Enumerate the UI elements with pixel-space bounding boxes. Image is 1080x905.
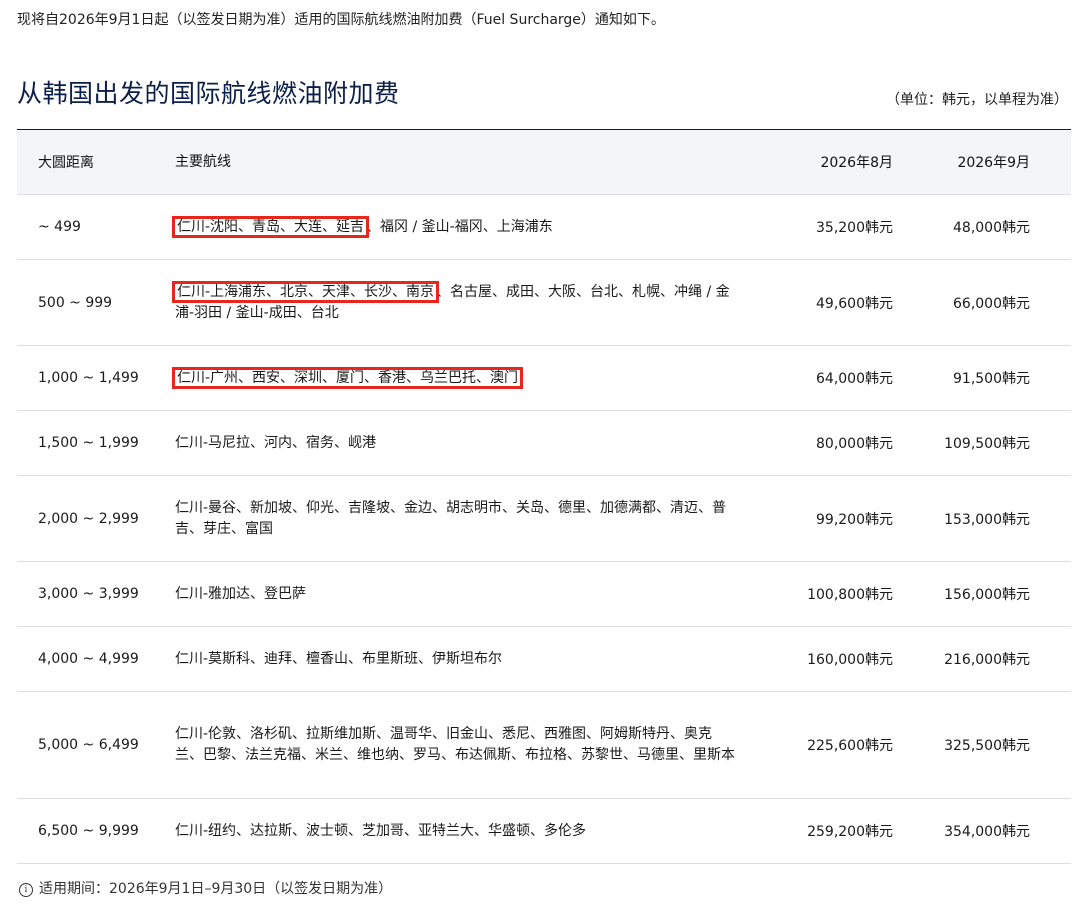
table-row: 1,500 ~ 1,999 仁川-马尼拉、河内、宿务、岘港 80,000韩元 1… xyxy=(17,411,1071,476)
route-highlight: 仁川-广州、西安、深圳、厦门、香港、乌兰巴托、澳门 xyxy=(171,366,524,389)
info-icon: i xyxy=(19,883,33,897)
row-distance: ~ 499 xyxy=(38,219,81,235)
row-sep-value: 156,000韩元 xyxy=(944,587,1030,603)
row-aug-value: 160,000韩元 xyxy=(807,652,893,668)
row-distance: 4,000 ~ 4,999 xyxy=(38,651,139,667)
row-aug-value: 259,200韩元 xyxy=(807,824,893,840)
row-sep-value: 153,000韩元 xyxy=(944,511,1030,528)
row-routes: 仁川-雅加达、登巴萨 xyxy=(175,584,735,605)
surcharge-table: 大圆距离 主要航线 2026年8月 2026年9月 ~ 499 仁川-沈阳、青岛… xyxy=(17,129,1071,864)
row-aug-value: 35,200韩元 xyxy=(816,220,893,236)
row-sep-value: 66,000韩元 xyxy=(953,295,1030,312)
table-row: 4,000 ~ 4,999 仁川-莫斯科、迪拜、檀香山、布里斯班、伊斯坦布尔 1… xyxy=(17,627,1071,692)
row-aug-value: 225,600韩元 xyxy=(807,738,893,754)
row-aug-value: 100,800韩元 xyxy=(807,587,893,603)
table-row: ~ 499 仁川-沈阳、青岛、大连、延吉 、福冈 / 釜山-福冈、上海浦东 35,… xyxy=(17,195,1071,260)
header-aug: 2026年8月 xyxy=(820,155,893,171)
row-routes: 仁川-莫斯科、迪拜、檀香山、布里斯班、伊斯坦布尔 xyxy=(175,649,735,670)
row-distance: 500 ~ 999 xyxy=(38,294,113,311)
route-text: 仁川-曼谷、新加坡、仰光、吉隆坡、金边、胡志明市、关岛、德里、加德满都、清迈、普… xyxy=(175,499,727,537)
row-sep-value: 325,500韩元 xyxy=(944,738,1030,754)
row-routes: 仁川-广州、西安、深圳、厦门、香港、乌兰巴托、澳门 xyxy=(171,366,735,389)
row-routes: 仁川-曼谷、新加坡、仰光、吉隆坡、金边、胡志明市、关岛、德里、加德满都、清迈、普… xyxy=(175,498,735,540)
route-text: 、福冈 / 釜山-福冈、上海浦东 xyxy=(366,218,553,235)
row-routes: 仁川-上海浦东、北京、天津、长沙、南京 、名古屋、成田、大阪、台北、札幌、冲绳 /… xyxy=(171,280,735,324)
table-row: 1,000 ~ 1,499 仁川-广州、西安、深圳、厦门、香港、乌兰巴托、澳门 … xyxy=(17,346,1071,411)
row-aug-value: 49,600韩元 xyxy=(816,295,893,312)
row-distance: 2,000 ~ 2,999 xyxy=(38,510,139,527)
row-routes: 仁川-伦敦、洛杉矶、拉斯维加斯、温哥华、旧金山、悉尼、西雅图、阿姆斯特丹、奥克兰… xyxy=(175,724,735,766)
header-sep: 2026年9月 xyxy=(957,155,1030,171)
row-routes: 仁川-马尼拉、河内、宿务、岘港 xyxy=(175,433,735,454)
route-text: 仁川-伦敦、洛杉矶、拉斯维加斯、温哥华、旧金山、悉尼、西雅图、阿姆斯特丹、奥克兰… xyxy=(175,726,735,763)
table-row: 2,000 ~ 2,999 仁川-曼谷、新加坡、仰光、吉隆坡、金边、胡志明市、关… xyxy=(17,476,1071,562)
row-aug-value: 99,200韩元 xyxy=(816,511,893,528)
row-distance: 1,500 ~ 1,999 xyxy=(38,435,139,451)
footnote-text: 适用期间：2026年9月1日–9月30日（以签发日期为准） xyxy=(39,881,393,897)
header-distance: 大圆距离 xyxy=(38,155,94,171)
route-text: 仁川-莫斯科、迪拜、檀香山、布里斯班、伊斯坦布尔 xyxy=(175,650,503,667)
validity-footnote: i 适用期间：2026年9月1日–9月30日（以签发日期为准） xyxy=(19,878,392,898)
table-header-row: 大圆距离 主要航线 2026年8月 2026年9月 xyxy=(17,130,1071,195)
table-row: 500 ~ 999 仁川-上海浦东、北京、天津、长沙、南京 、名古屋、成田、大阪、… xyxy=(17,260,1071,346)
row-sep-value: 91,500韩元 xyxy=(953,371,1030,387)
notice-text: 现将自2026年9月1日起（以签发日期为准）适用的国际航线燃油附加费（Fuel … xyxy=(17,12,665,28)
row-sep-value: 48,000韩元 xyxy=(953,220,1030,236)
row-routes: 仁川-沈阳、青岛、大连、延吉 、福冈 / 釜山-福冈、上海浦东 xyxy=(171,215,735,238)
row-sep-value: 216,000韩元 xyxy=(944,652,1030,668)
route-text: 仁川-雅加达、登巴萨 xyxy=(175,585,307,602)
unit-note: （单位：韩元，以单程为准） xyxy=(886,92,1068,108)
row-sep-value: 109,500韩元 xyxy=(944,436,1030,452)
row-distance: 3,000 ~ 3,999 xyxy=(38,586,139,602)
row-routes: 仁川-纽约、达拉斯、波士顿、芝加哥、亚特兰大、华盛顿、多伦多 xyxy=(175,821,735,842)
route-text: 仁川-纽约、达拉斯、波士顿、芝加哥、亚特兰大、华盛顿、多伦多 xyxy=(175,822,587,839)
header-routes: 主要航线 xyxy=(175,153,231,170)
table-row: 6,500 ~ 9,999 仁川-纽约、达拉斯、波士顿、芝加哥、亚特兰大、华盛顿… xyxy=(17,799,1071,864)
route-highlight: 仁川-沈阳、青岛、大连、延吉 xyxy=(171,215,370,238)
row-aug-value: 64,000韩元 xyxy=(816,371,893,387)
table-row: 3,000 ~ 3,999 仁川-雅加达、登巴萨 100,800韩元 156,0… xyxy=(17,562,1071,627)
page-title: 从韩国出发的国际航线燃油附加费 xyxy=(17,79,400,108)
row-distance: 1,000 ~ 1,499 xyxy=(38,370,139,386)
route-text: 仁川-马尼拉、河内、宿务、岘港 xyxy=(175,434,377,451)
row-aug-value: 80,000韩元 xyxy=(816,436,893,452)
table-row: 5,000 ~ 6,499 仁川-伦敦、洛杉矶、拉斯维加斯、温哥华、旧金山、悉尼… xyxy=(17,692,1071,799)
row-distance: 6,500 ~ 9,999 xyxy=(38,823,139,839)
row-distance: 5,000 ~ 6,499 xyxy=(38,737,139,753)
row-sep-value: 354,000韩元 xyxy=(944,824,1030,840)
route-highlight: 仁川-上海浦东、北京、天津、长沙、南京 xyxy=(171,280,440,303)
